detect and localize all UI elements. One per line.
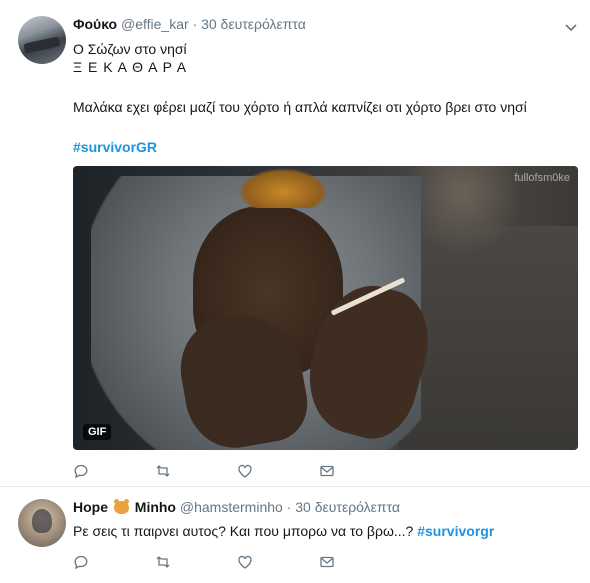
hashtag-link[interactable]: #survivorgr [417,523,494,539]
envelope-icon [320,556,334,568]
separator: · [286,499,292,515]
tweet-text-line: Μαλάκα εχει φέρει μαζί του χόρτο ή απλά … [73,99,527,115]
timestamp[interactable]: 30 δευτερόλεπτα [201,16,306,32]
gif-media[interactable]: fullofsm0ke GIF [73,166,578,450]
avatar[interactable] [18,499,66,547]
tweet-text: Ρε σεις τι παιρνει αυτος? Και που μπορω … [73,522,494,540]
chevron-down-icon[interactable] [564,20,578,34]
tweet-actions [73,462,401,480]
tweet-text-line: Ο Σώζων στο νησί [73,41,187,57]
user-name[interactable]: Φούκο [73,16,117,32]
retweet-button[interactable] [155,553,237,571]
scene-hair [238,168,328,208]
hashtag-link[interactable]: #survivorGR [73,138,157,156]
reply-icon [74,464,88,479]
retweet-icon [156,556,170,568]
like-button[interactable] [237,553,319,571]
user-handle[interactable]: @effie_kar [121,16,189,32]
scene-light [403,166,523,256]
tweet-header: Φούκο @effie_kar · 30 δευτερόλεπτα [73,16,306,32]
user-name[interactable]: Minho [135,499,176,515]
tweet-header: Hope Minho @hamsterminho · 30 δευτερόλεπ… [73,499,400,515]
gif-badge: GIF [83,424,112,440]
reply-button[interactable] [73,462,155,480]
reply-button[interactable] [73,553,155,571]
hamster-emoji-icon [113,499,129,514]
like-button[interactable] [237,462,319,480]
tweet[interactable]: Φούκο @effie_kar · 30 δευτερόλεπτα Ο Σώζ… [0,0,590,487]
heart-icon [238,464,252,478]
tweet-text-body: Ρε σεις τι παιρνει αυτος? Και που μπορω … [73,523,414,539]
retweet-button[interactable] [155,462,237,480]
tweet-text-line: Ξ Ε Κ Α Θ Α Ρ Α [73,59,188,75]
retweet-icon [156,465,170,477]
avatar[interactable] [18,16,66,64]
heart-icon [238,555,252,569]
timestamp[interactable]: 30 δευτερόλεπτα [295,499,400,515]
dm-button[interactable] [319,462,401,480]
media-watermark: fullofsm0ke [514,172,570,184]
user-handle[interactable]: @hamsterminho [180,499,283,515]
user-name[interactable]: Hope [73,499,108,515]
separator: · [192,16,198,32]
tweet-actions [73,553,401,571]
envelope-icon [320,465,334,477]
dm-button[interactable] [319,553,401,571]
reply-icon [74,555,88,570]
tweet[interactable]: Hope Minho @hamsterminho · 30 δευτερόλεπ… [0,487,590,583]
